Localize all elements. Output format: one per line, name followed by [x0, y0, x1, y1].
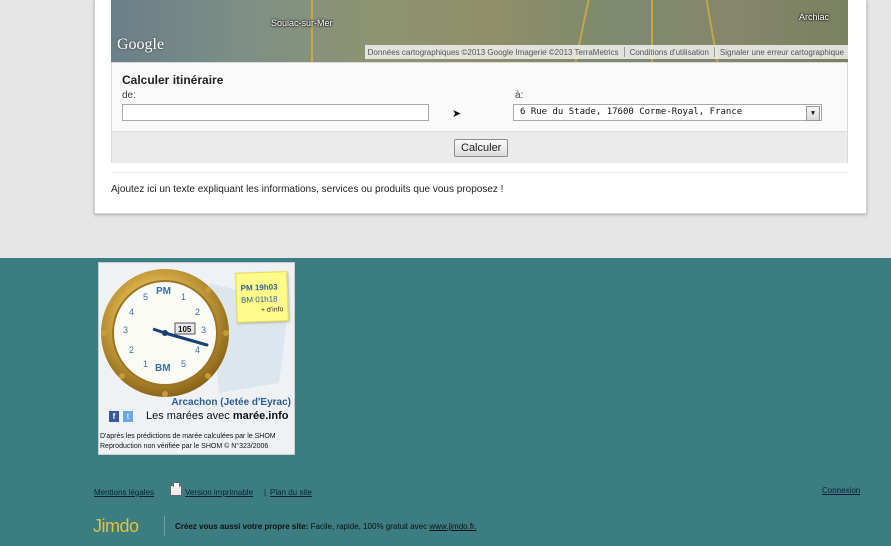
- jimdo-promo-bold: Créez vous aussi votre propre site:: [175, 522, 309, 531]
- svg-text:1: 1: [181, 292, 186, 302]
- dial-pm-label: PM: [156, 286, 171, 297]
- to-label: à:: [515, 90, 524, 101]
- tide-more-info-link[interactable]: + d'info: [261, 306, 284, 314]
- divider: [111, 172, 848, 173]
- map-town-soulac: Soulac-sur-Mer: [271, 18, 333, 28]
- shom-credit-line2: Reproduction non vérifiée par le SHOM © …: [100, 443, 269, 450]
- divider: [164, 516, 165, 536]
- dial-pivot: [162, 330, 168, 336]
- facebook-icon[interactable]: f: [109, 411, 119, 422]
- from-address-input[interactable]: [122, 104, 429, 121]
- login-link[interactable]: Connexion: [822, 486, 860, 495]
- sitemap-link[interactable]: Plan du site: [270, 488, 312, 497]
- jimdo-link[interactable]: www.jimdo.fr.: [429, 522, 476, 531]
- coef-value: 105: [178, 325, 192, 334]
- from-label: de:: [122, 90, 136, 101]
- google-logo: Google: [117, 36, 165, 53]
- tide-tagline[interactable]: Les marées avec marée.info: [146, 410, 288, 422]
- print-version-link[interactable]: Version imprimable: [185, 488, 253, 497]
- twitter-icon[interactable]: t: [123, 411, 133, 422]
- jimdo-logo[interactable]: Jimdo: [93, 516, 139, 537]
- google-map[interactable]: Soulac-sur-Mer Archiac Google Données ca…: [111, 0, 848, 62]
- divider: [623, 47, 625, 57]
- arrow-right-icon: ➤: [452, 108, 462, 120]
- svg-text:5: 5: [143, 292, 148, 302]
- chevron-down-icon[interactable]: ▼: [806, 106, 820, 121]
- tide-note[interactable]: PM 19h03 BM 01h18 + d'info: [235, 271, 289, 323]
- divider: |: [264, 488, 267, 497]
- jimdo-promo-text: Facile, rapide, 100% gratuit avec: [310, 522, 428, 531]
- jimdo-promo: Créez vous aussi votre propre site: Faci…: [175, 522, 477, 531]
- svg-text:1: 1: [143, 359, 148, 369]
- map-road: [311, 0, 313, 62]
- divider: [713, 47, 715, 57]
- svg-text:2: 2: [195, 307, 200, 317]
- tide-widget[interactable]: 5 1 4 2 3 3 2 4 1 5 PM BM 105 PM 19h03 BM 01h…: [98, 262, 295, 455]
- to-address-value: 6 Rue du Stade, 17600 Corme-Royal, Franc…: [520, 107, 743, 117]
- legal-notice-link[interactable]: Mentions légales: [94, 488, 154, 497]
- dial-bm-label: BM: [155, 363, 171, 374]
- map-attribution-bar: Données cartographiques ©2013 Google Ima…: [364, 45, 848, 59]
- svg-text:3: 3: [123, 325, 128, 335]
- svg-text:2: 2: [129, 345, 134, 355]
- printer-icon[interactable]: [170, 482, 182, 496]
- tide-location[interactable]: Arcachon (Jetée d'Eyrac): [171, 397, 291, 408]
- svg-text:5: 5: [181, 359, 186, 369]
- tide-low-time: BM 01h18: [240, 294, 278, 305]
- svg-text:4: 4: [129, 307, 134, 317]
- tide-tagline-prefix: Les marées avec: [146, 410, 230, 422]
- calculate-button[interactable]: Calculer: [454, 139, 509, 157]
- map-terms-link[interactable]: Conditions d'utilisation: [630, 48, 709, 57]
- shom-credit-line1: D'après les prédictions de marée calculé…: [100, 433, 276, 440]
- info-text: Ajoutez ici un texte expliquant les info…: [111, 184, 504, 195]
- map-attribution: Données cartographiques ©2013 Google Ima…: [367, 47, 619, 57]
- tide-brand: marée.info: [232, 410, 289, 422]
- to-address-select[interactable]: 6 Rue du Stade, 17600 Corme-Royal, Franc…: [513, 104, 822, 121]
- map-town-archiac: Archiac: [799, 12, 830, 22]
- svg-text:3: 3: [201, 325, 206, 335]
- map-report-link[interactable]: Signaler une erreur cartographique: [720, 48, 844, 57]
- route-footer: Calculer: [112, 131, 847, 163]
- route-calculator: Calculer itinéraire de: à: ➤ 6 Rue du St…: [111, 62, 848, 163]
- tide-high-time: PM 19h03: [240, 282, 278, 293]
- svg-text:4: 4: [195, 345, 200, 355]
- route-title: Calculer itinéraire: [122, 73, 224, 87]
